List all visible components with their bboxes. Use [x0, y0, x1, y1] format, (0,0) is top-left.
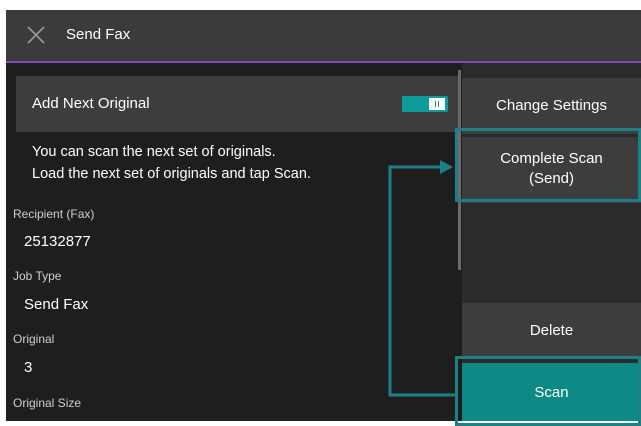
flow-arrow [388, 160, 455, 397]
arrow-head-icon [440, 160, 453, 174]
